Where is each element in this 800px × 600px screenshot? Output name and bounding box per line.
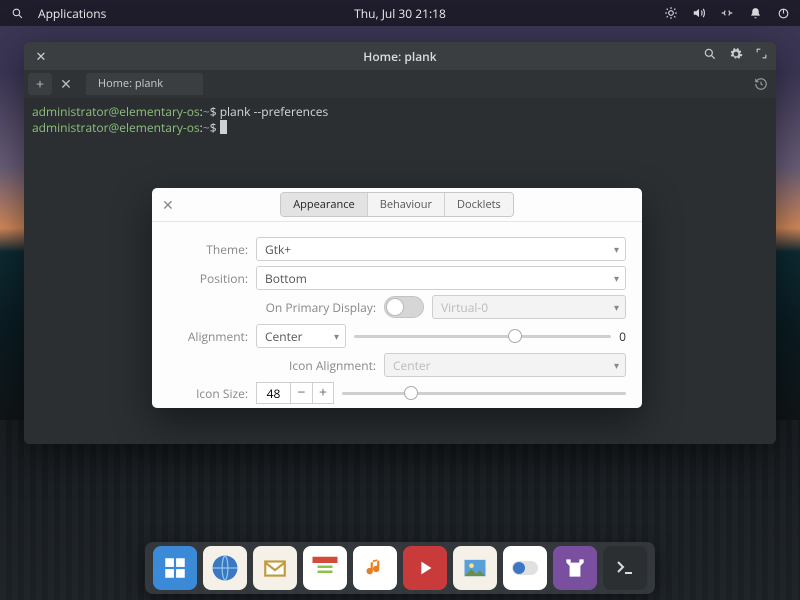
panel-clock[interactable]: Thu, Jul 30 21:18 (354, 5, 446, 22)
alignment-offset-slider[interactable] (354, 326, 611, 346)
icon-size-input[interactable] (256, 382, 290, 404)
chevron-down-icon: ▾ (614, 271, 619, 285)
icon-size-stepper: − + (256, 382, 334, 404)
icon-size-increase[interactable]: + (312, 382, 334, 404)
search-icon[interactable] (703, 47, 717, 61)
alignment-offset-value: 0 (619, 328, 626, 345)
plank-preferences-dialog: ✕ Appearance Behaviour Docklets Theme: G… (152, 188, 642, 408)
theme-label: Theme: (168, 241, 248, 258)
brightness-icon[interactable] (664, 6, 678, 20)
dialog-header[interactable]: ✕ Appearance Behaviour Docklets (152, 188, 642, 222)
dock-app-videos[interactable] (403, 546, 447, 590)
alignment-label: Alignment: (168, 328, 248, 345)
tab-appearance[interactable]: Appearance (281, 193, 368, 216)
dock-app-settings[interactable] (503, 546, 547, 590)
notifications-icon[interactable] (748, 6, 762, 20)
chevron-down-icon: ▾ (614, 300, 619, 314)
chevron-down-icon: ▾ (334, 329, 339, 343)
icon-size-decrease[interactable]: − (290, 382, 312, 404)
terminal-titlebar[interactable]: ✕ Home: plank (24, 42, 776, 70)
close-icon[interactable]: ✕ (162, 196, 174, 215)
volume-icon[interactable] (692, 6, 706, 20)
close-tab-button[interactable]: ✕ (54, 73, 78, 95)
plank-dock (145, 542, 655, 594)
dock-app-multitasking[interactable] (153, 546, 197, 590)
terminal-cursor (220, 120, 227, 134)
theme-combo[interactable]: Gtk+▾ (256, 237, 626, 261)
icon-size-slider[interactable] (342, 383, 626, 403)
applications-menu[interactable]: Applications (38, 5, 106, 22)
history-icon[interactable] (754, 77, 768, 91)
new-tab-button[interactable]: + (28, 73, 52, 95)
terminal-tabbar: + ✕ Home: plank (24, 70, 776, 98)
position-label: Position: (168, 270, 248, 287)
primary-display-label: On Primary Display: (256, 299, 376, 316)
alignment-combo[interactable]: Center▾ (256, 324, 346, 348)
primary-display-switch[interactable] (384, 296, 424, 318)
network-icon[interactable] (720, 6, 734, 20)
search-icon[interactable] (10, 6, 24, 20)
tab-docklets[interactable]: Docklets (445, 193, 513, 216)
dock-app-browser[interactable] (203, 546, 247, 590)
terminal-tab[interactable]: Home: plank (86, 73, 203, 95)
position-combo[interactable]: Bottom▾ (256, 266, 626, 290)
dock-app-calendar[interactable] (303, 546, 347, 590)
chevron-down-icon: ▾ (614, 242, 619, 256)
dock-app-appcenter[interactable] (553, 546, 597, 590)
icon-alignment-combo: Center▾ (384, 353, 626, 377)
dock-app-photos[interactable] (453, 546, 497, 590)
display-combo: Virtual-0▾ (432, 295, 626, 319)
dock-app-terminal[interactable] (603, 546, 647, 590)
dock-app-music[interactable] (353, 546, 397, 590)
icon-size-label: Icon Size: (168, 385, 248, 402)
power-icon[interactable] (776, 6, 790, 20)
gear-icon[interactable] (729, 47, 743, 61)
maximize-icon[interactable] (755, 47, 768, 61)
window-title: Home: plank (363, 48, 436, 65)
terminal-line: administrator@elementary-os:~$ plank --p… (32, 104, 768, 120)
window-close-button[interactable]: ✕ (32, 47, 50, 65)
terminal-line: administrator@elementary-os:~$ (32, 120, 768, 136)
top-panel: Applications Thu, Jul 30 21:18 (0, 0, 800, 26)
icon-alignment-label: Icon Alignment: (256, 357, 376, 374)
tab-behaviour[interactable]: Behaviour (368, 193, 445, 216)
chevron-down-icon: ▾ (614, 358, 619, 372)
dock-app-mail[interactable] (253, 546, 297, 590)
prefs-tabs: Appearance Behaviour Docklets (280, 192, 514, 217)
